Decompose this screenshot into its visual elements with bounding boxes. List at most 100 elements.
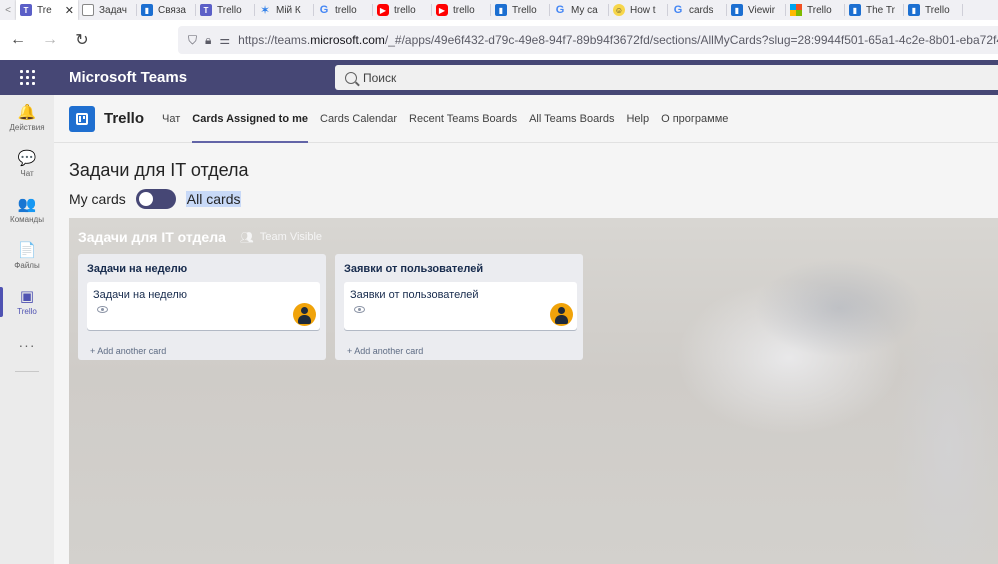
browser-tab[interactable]: G My ca [550, 0, 609, 20]
browser-tab-title: Задач [99, 4, 127, 16]
app-name: Trello [104, 110, 145, 127]
board-list: Заявки от пользователей Заявки от пользо… [335, 254, 583, 360]
google-favicon-icon: G [555, 4, 565, 16]
board-header: Задачи для IT отдела 👥︎ Team Visible [78, 229, 322, 245]
board-visibility[interactable]: 👥︎ Team Visible [240, 231, 322, 244]
browser-navbar: ← → ↻ ⛉ 🔒︎ ⚌ https://teams.microsoft.com… [0, 20, 998, 60]
card-title: Заявки от пользователей [350, 289, 479, 301]
browser-tab[interactable]: ▮ Trello [904, 0, 963, 20]
app-tab[interactable]: О программе [655, 95, 734, 143]
page-title: Задачи для IT отдела [69, 160, 249, 180]
browser-tabs: T Tre ✕ Задач ▮ Связа T Trello ✶ Мій К Gtrello ▶ tre… [16, 0, 963, 20]
reload-icon[interactable]: ↻ [68, 26, 96, 54]
teams-left-rail: 🔔 Действия 💬 Чат 👥 Команды 📄 Файлы ▣ Trello ··· [0, 95, 54, 564]
app-tab[interactable]: All Teams Boards [523, 95, 620, 143]
team-visible-icon: 👥︎ [239, 231, 254, 244]
member-avatar[interactable] [550, 303, 573, 326]
card-title: Задачи на неделю [93, 289, 188, 301]
app-tab[interactable]: Recent Teams Boards [403, 95, 523, 143]
tabs-scroll-left-icon[interactable]: < [0, 0, 16, 20]
browser-tab[interactable]: Задач [78, 0, 137, 20]
browser-tab-title: How t [630, 4, 656, 16]
member-avatar[interactable] [293, 303, 316, 326]
trello-board: Задачи для IT отдела 👥︎ Team Visible Зад… [69, 218, 998, 564]
my-cards-label[interactable]: My cards [69, 191, 126, 207]
browser-tab-title: Связа [158, 4, 186, 16]
rail-divider [15, 371, 39, 372]
list-title[interactable]: Задачи на неделю [87, 263, 187, 275]
app-tab[interactable]: Cards Calendar [314, 95, 403, 143]
browser-tab[interactable]: ▮ Trello [491, 0, 550, 20]
browser-tab-title: Trello [217, 4, 242, 16]
browser-tab[interactable]: ▶ trello [373, 0, 432, 20]
close-tab-icon[interactable]: ✕ [65, 4, 78, 17]
eye-icon [97, 306, 108, 313]
smile-favicon-icon: ☺ [613, 4, 625, 16]
browser-tab-title: Trello [512, 4, 537, 16]
browser-tab-title: Trello [807, 4, 832, 16]
visibility-label: Team Visible [259, 231, 323, 243]
toggle-knob [138, 192, 153, 206]
app-launcher-icon[interactable] [0, 60, 54, 95]
rail-item-files[interactable]: 📄 Файлы [0, 233, 54, 279]
browser-tab-title: The Tr [866, 4, 895, 16]
more-apps-icon[interactable]: ··· [0, 325, 54, 365]
files-icon: 📄 [17, 241, 37, 259]
add-card-button[interactable]: + Add another card [90, 346, 166, 356]
browser-tab-title: Trello [925, 4, 950, 16]
rail-item-chat[interactable]: 💬 Чат [0, 141, 54, 187]
browser-tab-title: My ca [571, 4, 598, 16]
cards-filter-toggle[interactable] [135, 189, 176, 209]
teams-favicon-icon: T [200, 4, 212, 16]
rail-item-label: Файлы [14, 260, 40, 270]
address-bar[interactable]: ⛉ 🔒︎ ⚌ https://teams.microsoft.com/_#/ap… [178, 26, 998, 54]
browser-tab-title: cards [689, 4, 714, 16]
trello-card[interactable]: Заявки от пользователей [344, 282, 577, 330]
generic-favicon-icon [82, 4, 94, 16]
browser-tab[interactable]: T Tre ✕ [16, 0, 78, 20]
browser-tab[interactable]: ▮ Viewir [727, 0, 786, 20]
rail-item-teams[interactable]: 👥 Команды [0, 187, 54, 233]
browser-tab[interactable]: ☺ How t [609, 0, 668, 20]
back-arrow-icon[interactable]: ← [4, 26, 32, 54]
browser-tab[interactable]: Gcards [668, 0, 727, 20]
trello-favicon-icon: ▮ [849, 4, 861, 16]
cards-filter-toggle-row: My cards All cards [69, 189, 242, 209]
trello-favicon-icon: ▮ [731, 4, 743, 16]
teams-favicon-icon: T [20, 4, 32, 16]
shield-icon[interactable]: ⛉ [188, 33, 197, 48]
browser-tab[interactable]: Trello [786, 0, 845, 20]
browser-tab[interactable]: ▶ trello [432, 0, 491, 20]
trello-logo-icon [69, 105, 95, 132]
trello-icon: ▣ [19, 287, 35, 305]
browser-tab[interactable]: T Trello [196, 0, 255, 20]
browser-tab[interactable]: ✶ Мій К [255, 0, 314, 20]
rail-item-bell[interactable]: 🔔 Действия [0, 95, 54, 141]
app-tab[interactable]: Cards Assigned to me [186, 95, 314, 143]
rail-item-trello[interactable]: ▣ Trello [0, 279, 54, 325]
app-tab[interactable]: Help [620, 95, 655, 143]
app-tab[interactable]: Чат [156, 95, 186, 143]
browser-tab-strip: < T Tre ✕ Задач ▮ Связа T Trello ✶ Мій К Gtrello ▶ t… [0, 0, 998, 20]
list-title[interactable]: Заявки от пользователей [344, 263, 483, 275]
app-tab-bar: Trello Чат Cards Assigned to me Cards Cale… [54, 95, 998, 143]
permissions-icon[interactable]: ⚌ [219, 33, 230, 47]
forward-arrow-icon[interactable]: → [36, 26, 64, 54]
browser-tab-title: trello [335, 4, 357, 16]
browser-tab-title: Мій К [276, 4, 301, 16]
browser-tab[interactable]: Gtrello [314, 0, 373, 20]
browser-tab[interactable]: ▮ Связа [137, 0, 196, 20]
youtube-favicon-icon: ▶ [436, 4, 448, 16]
add-card-button[interactable]: + Add another card [347, 346, 423, 356]
url-text[interactable]: https://teams.microsoft.com/_#/apps/49e6… [238, 33, 998, 47]
ms-favicon-icon [790, 4, 802, 16]
lock-icon[interactable]: 🔒︎ [205, 33, 211, 48]
board-title[interactable]: Задачи для IT отдела [78, 229, 226, 245]
browser-tab[interactable]: ▮ The Tr [845, 0, 904, 20]
trello-card[interactable]: Задачи на неделю [87, 282, 320, 330]
teams-icon: 👥 [17, 195, 37, 213]
search-input[interactable]: Поиск [335, 65, 998, 90]
all-cards-label[interactable]: All cards [185, 191, 242, 207]
google-favicon-icon: G [319, 4, 329, 16]
search-icon [345, 71, 357, 84]
